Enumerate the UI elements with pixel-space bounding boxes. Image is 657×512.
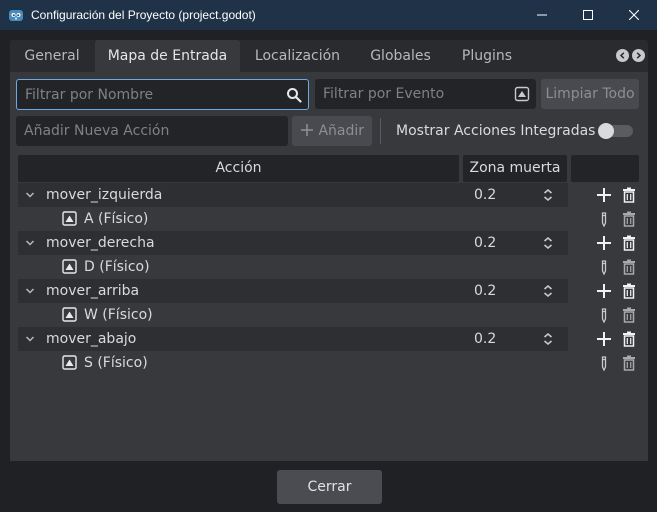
show-builtin-toggle[interactable] xyxy=(598,123,633,139)
action-name[interactable]: mover_izquierda xyxy=(46,183,162,207)
keyboard-key-icon xyxy=(62,307,77,322)
event-row[interactable]: W (Físico) xyxy=(18,303,568,327)
filter-by-name-input[interactable] xyxy=(16,79,309,110)
close-button[interactable]: Cerrar xyxy=(277,470,382,504)
delete-icon[interactable] xyxy=(621,211,637,227)
clear-all-button[interactable]: Limpiar Todo xyxy=(541,79,639,109)
deadzone-value[interactable]: 0.2 xyxy=(474,231,496,255)
tab-input-map[interactable]: Mapa de Entrada xyxy=(95,40,240,72)
filter-by-event-field[interactable] xyxy=(315,79,536,109)
keyboard-key-icon xyxy=(62,259,77,274)
chevron-down-icon[interactable] xyxy=(24,285,36,297)
action-row[interactable]: mover_derecha 0.2 xyxy=(18,231,568,255)
chevron-down-icon[interactable] xyxy=(24,333,36,345)
tab-scroll-left-icon[interactable] xyxy=(616,49,629,62)
show-builtin-label: Mostrar Acciones Integradas xyxy=(396,123,596,139)
close-window-button[interactable] xyxy=(611,0,657,30)
edit-icon[interactable] xyxy=(596,307,612,323)
edit-icon[interactable] xyxy=(596,211,612,227)
add-action-label: Añadir xyxy=(318,123,364,139)
spinner-arrows-icon[interactable] xyxy=(542,236,554,250)
title-bar: Configuración del Proyecto (project.godo… xyxy=(0,0,657,30)
toggle-knob xyxy=(598,123,614,139)
keyboard-key-icon xyxy=(62,355,77,370)
delete-icon[interactable] xyxy=(621,187,637,203)
event-row[interactable]: A (Físico) xyxy=(18,207,568,231)
deadzone-value[interactable]: 0.2 xyxy=(474,183,496,207)
delete-icon[interactable] xyxy=(621,283,637,299)
event-label: A (Físico) xyxy=(84,211,149,227)
header-deadzone[interactable]: Zona muerta xyxy=(463,155,567,182)
add-event-icon[interactable] xyxy=(596,187,612,203)
maximize-icon xyxy=(583,10,593,20)
search-icon xyxy=(287,88,302,103)
action-name[interactable]: mover_abajo xyxy=(46,327,136,351)
keyboard-key-icon xyxy=(62,211,77,226)
event-row[interactable]: D (Físico) xyxy=(18,255,568,279)
deadzone-value[interactable]: 0.2 xyxy=(474,327,496,351)
spinner-arrows-icon[interactable] xyxy=(542,284,554,298)
action-row[interactable]: mover_abajo 0.2 xyxy=(18,327,568,351)
spinner-arrows-icon[interactable] xyxy=(542,188,554,202)
header-actions xyxy=(571,155,639,182)
spinner-arrows-icon[interactable] xyxy=(542,332,554,346)
action-row[interactable]: mover_arriba 0.2 xyxy=(18,279,568,303)
minimize-icon xyxy=(537,14,547,16)
event-row[interactable]: S (Físico) xyxy=(18,351,568,375)
add-action-button[interactable]: Añadir xyxy=(292,116,372,146)
tab-plugins[interactable]: Plugins xyxy=(452,40,522,72)
tab-localization[interactable]: Localización xyxy=(246,40,349,72)
deadzone-value[interactable]: 0.2 xyxy=(474,279,496,303)
delete-icon[interactable] xyxy=(621,235,637,251)
action-row[interactable]: mover_izquierda 0.2 xyxy=(18,183,568,207)
tab-scroll-right-icon[interactable] xyxy=(632,49,645,62)
delete-icon[interactable] xyxy=(621,355,637,371)
filter-by-event-input[interactable] xyxy=(315,79,536,109)
add-event-icon[interactable] xyxy=(596,235,612,251)
action-name[interactable]: mover_derecha xyxy=(46,231,155,255)
add-event-icon[interactable] xyxy=(596,331,612,347)
event-label: W (Físico) xyxy=(84,307,153,323)
action-name[interactable]: mover_arriba xyxy=(46,279,139,303)
chevron-down-icon[interactable] xyxy=(24,237,36,249)
keyboard-event-icon[interactable] xyxy=(514,86,530,102)
add-icon xyxy=(300,124,313,136)
tab-general[interactable]: General xyxy=(13,40,91,72)
toolbar-divider xyxy=(380,118,381,144)
add-event-icon[interactable] xyxy=(596,283,612,299)
edit-icon[interactable] xyxy=(596,355,612,371)
new-action-field[interactable] xyxy=(16,116,288,146)
event-label: S (Físico) xyxy=(84,355,148,371)
close-icon xyxy=(629,10,639,20)
minimize-button[interactable] xyxy=(519,0,565,30)
tab-globals[interactable]: Globales xyxy=(361,40,440,72)
filter-by-name-field[interactable] xyxy=(17,80,308,109)
godot-logo-icon xyxy=(9,10,23,21)
delete-icon[interactable] xyxy=(621,259,637,275)
delete-icon[interactable] xyxy=(621,307,637,323)
tab-bar: General Mapa de Entrada Localización Glo… xyxy=(10,40,648,72)
edit-icon[interactable] xyxy=(596,259,612,275)
header-action[interactable]: Acción xyxy=(18,155,459,182)
new-action-input[interactable] xyxy=(16,116,288,146)
maximize-button[interactable] xyxy=(565,0,611,30)
event-label: D (Físico) xyxy=(84,259,150,275)
window-title: Configuración del Proyecto (project.godo… xyxy=(31,8,256,22)
delete-icon[interactable] xyxy=(621,331,637,347)
chevron-down-icon[interactable] xyxy=(24,189,36,201)
